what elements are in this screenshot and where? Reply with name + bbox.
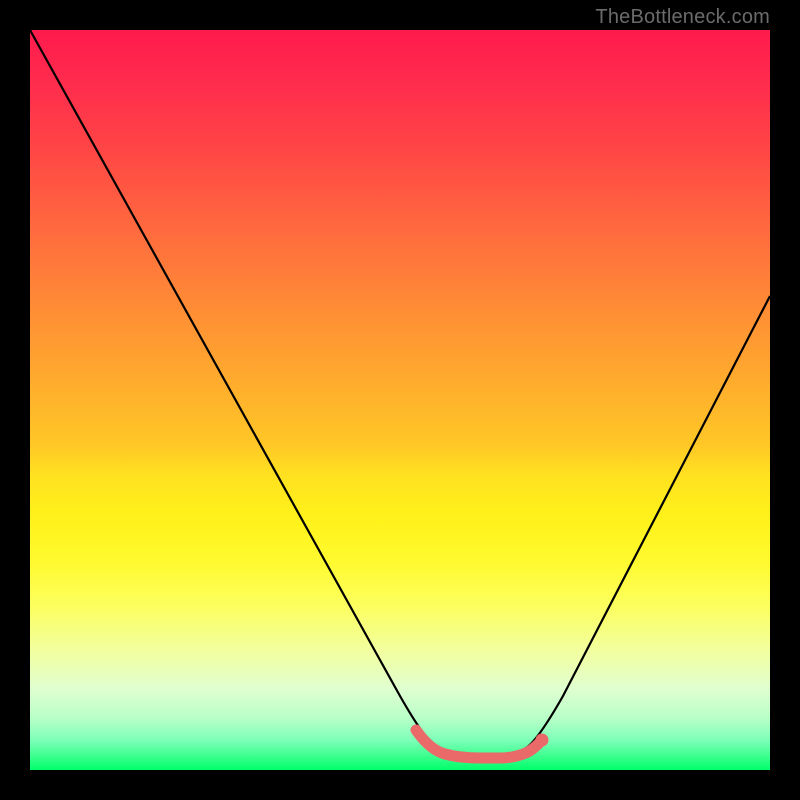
chart-container: TheBottleneck.com	[0, 0, 800, 800]
curve-layer	[30, 30, 770, 770]
optimal-band	[416, 730, 542, 758]
marker-dot	[536, 734, 549, 747]
watermark: TheBottleneck.com	[595, 6, 770, 29]
plot-area	[30, 30, 770, 770]
bottleneck-curve	[30, 30, 770, 756]
